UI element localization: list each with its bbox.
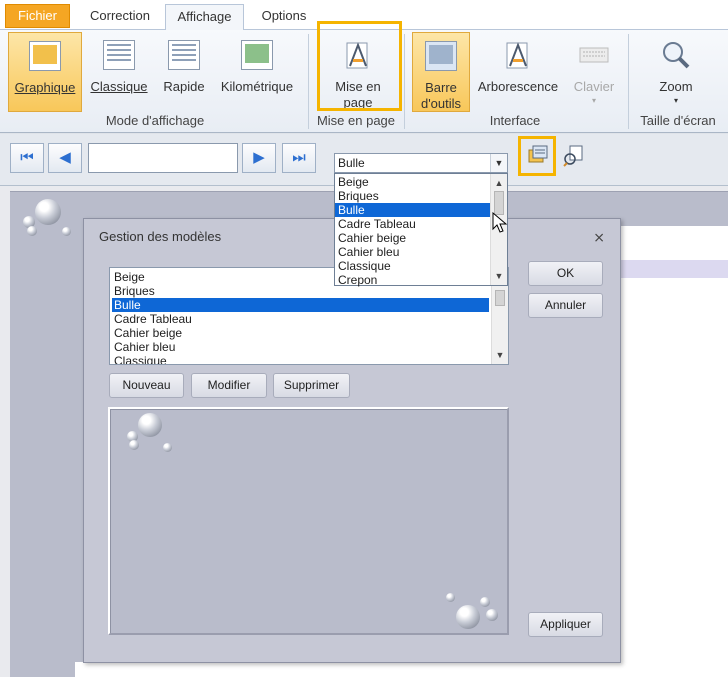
list-item[interactable]: Classique bbox=[112, 354, 489, 364]
arborescence-button[interactable]: Arborescence bbox=[476, 32, 560, 112]
template-select-value: Bulle bbox=[338, 156, 365, 170]
bubble-decoration bbox=[163, 443, 172, 452]
new-button[interactable]: Nouveau bbox=[109, 373, 184, 398]
previous-page-button[interactable]: ◀ bbox=[48, 143, 82, 173]
next-page-button[interactable]: ▶ bbox=[242, 143, 276, 173]
classique-label: Classique bbox=[90, 79, 148, 94]
first-page-button[interactable]: ⏮ bbox=[10, 143, 44, 173]
group-label-mise-en-page: Mise en page bbox=[316, 113, 396, 128]
ribbon-separator bbox=[628, 34, 629, 129]
graphique-label: Graphique bbox=[14, 80, 76, 95]
classique-button[interactable]: Classique bbox=[88, 32, 150, 112]
chevron-down-icon: ▾ bbox=[673, 96, 678, 105]
fast-mode-icon bbox=[168, 40, 200, 70]
bubble-decoration bbox=[129, 440, 139, 450]
tree-icon bbox=[506, 42, 528, 69]
last-page-button[interactable]: ⏭ bbox=[282, 143, 316, 173]
group-label-taille: Taille d'écran bbox=[640, 113, 716, 128]
magnifier-icon bbox=[663, 42, 690, 69]
dropdown-option[interactable]: Crepon bbox=[335, 273, 490, 287]
rapide-button[interactable]: Rapide bbox=[158, 32, 210, 112]
kilometrique-label: Kilométrique bbox=[220, 79, 294, 94]
document-highlight-line bbox=[617, 260, 728, 278]
dropdown-option[interactable]: Cadre Tableau bbox=[335, 217, 490, 231]
page-number-input[interactable] bbox=[88, 143, 238, 173]
dropdown-option[interactable]: Cahier bleu bbox=[335, 245, 490, 259]
ribbon-separator bbox=[308, 34, 309, 129]
group-label-interface: Interface bbox=[489, 113, 541, 128]
first-page-icon: ⏮ bbox=[20, 149, 34, 166]
document-text-area bbox=[75, 662, 625, 677]
bubble-decoration bbox=[138, 413, 162, 437]
classic-mode-icon bbox=[103, 40, 135, 70]
dropdown-option[interactable]: Cahier beige bbox=[335, 231, 490, 245]
dropdown-option[interactable]: Briques bbox=[335, 189, 490, 203]
highlight-frame bbox=[317, 21, 402, 111]
tab-correction[interactable]: Correction bbox=[78, 4, 162, 30]
delete-button[interactable]: Supprimer bbox=[273, 373, 350, 398]
dropdown-option-selected[interactable]: Bulle bbox=[335, 203, 490, 217]
dropdown-option[interactable]: Beige bbox=[335, 175, 490, 189]
previous-icon: ◀ bbox=[59, 149, 71, 166]
bubble-decoration bbox=[486, 609, 498, 621]
kilometric-mode-icon bbox=[241, 40, 273, 70]
template-manager-icon[interactable] bbox=[528, 145, 548, 165]
list-item[interactable]: Cahier bleu bbox=[112, 340, 489, 354]
dropdown-option[interactable]: Classique bbox=[335, 259, 490, 273]
clavier-button[interactable]: Clavier ▾ bbox=[566, 32, 622, 112]
cancel-button[interactable]: Annuler bbox=[528, 293, 603, 318]
keyboard-icon bbox=[579, 47, 609, 63]
bubble-decoration bbox=[446, 593, 455, 602]
zoom-label: Zoom bbox=[659, 79, 693, 94]
ribbon: Graphique Classique Rapide Kilométrique … bbox=[0, 21, 728, 133]
bubble-decoration bbox=[480, 597, 490, 607]
scroll-down-icon[interactable]: ▼ bbox=[491, 269, 507, 283]
tab-fichier[interactable]: Fichier bbox=[5, 4, 70, 28]
template-select[interactable]: Bulle ▼ bbox=[334, 153, 508, 173]
graphic-mode-icon bbox=[29, 41, 61, 71]
tab-affichage[interactable]: Affichage bbox=[165, 4, 244, 31]
barre-line2: d'outils bbox=[420, 96, 462, 111]
document-text-area bbox=[617, 226, 728, 677]
template-preview bbox=[108, 407, 509, 635]
list-item[interactable]: Cadre Tableau bbox=[112, 312, 489, 326]
barre-line1: Barre bbox=[425, 80, 457, 95]
graphique-button[interactable]: Graphique bbox=[8, 32, 82, 112]
template-dropdown: Beige Briques Bulle Cadre Tableau Cahier… bbox=[334, 173, 508, 287]
modify-button[interactable]: Modifier bbox=[191, 373, 267, 398]
close-icon[interactable]: ⨯ bbox=[593, 229, 605, 246]
bubble-decoration bbox=[27, 226, 37, 236]
zoom-button[interactable]: Zoom ▾ bbox=[646, 32, 706, 112]
bubble-decoration bbox=[62, 227, 71, 236]
bubble-decoration bbox=[35, 199, 61, 225]
scroll-up-icon[interactable]: ▲ bbox=[491, 176, 507, 190]
mouse-cursor-icon bbox=[492, 212, 508, 233]
barre-outils-button[interactable]: Barre d'outils bbox=[412, 32, 470, 112]
ok-button[interactable]: OK bbox=[528, 261, 603, 286]
dialog-title: Gestion des modèles bbox=[99, 229, 222, 244]
ribbon-separator bbox=[404, 34, 405, 129]
next-icon: ▶ bbox=[253, 149, 265, 166]
chevron-down-icon[interactable]: ▼ bbox=[490, 154, 507, 172]
scroll-down-icon[interactable]: ▼ bbox=[492, 348, 508, 362]
barre-outils-label: Barre d'outils bbox=[413, 80, 469, 112]
arborescence-label: Arborescence bbox=[477, 79, 559, 94]
kilometrique-button[interactable]: Kilométrique bbox=[216, 32, 298, 112]
scroll-thumb[interactable] bbox=[495, 290, 505, 306]
apply-button[interactable]: Appliquer bbox=[528, 612, 603, 637]
toolbar-icon bbox=[425, 41, 457, 71]
chevron-down-icon: ▾ bbox=[591, 96, 596, 105]
bubble-decoration bbox=[456, 605, 480, 629]
tab-options[interactable]: Options bbox=[250, 4, 318, 30]
clavier-label: Clavier bbox=[573, 79, 615, 94]
zoom-page-icon[interactable] bbox=[562, 144, 586, 168]
rapide-label: Rapide bbox=[163, 79, 205, 94]
list-item-selected[interactable]: Bulle bbox=[112, 298, 489, 312]
last-page-icon: ⏭ bbox=[292, 149, 306, 166]
list-item[interactable]: Cahier beige bbox=[112, 326, 489, 340]
group-label-mode: Mode d'affichage bbox=[105, 113, 205, 128]
